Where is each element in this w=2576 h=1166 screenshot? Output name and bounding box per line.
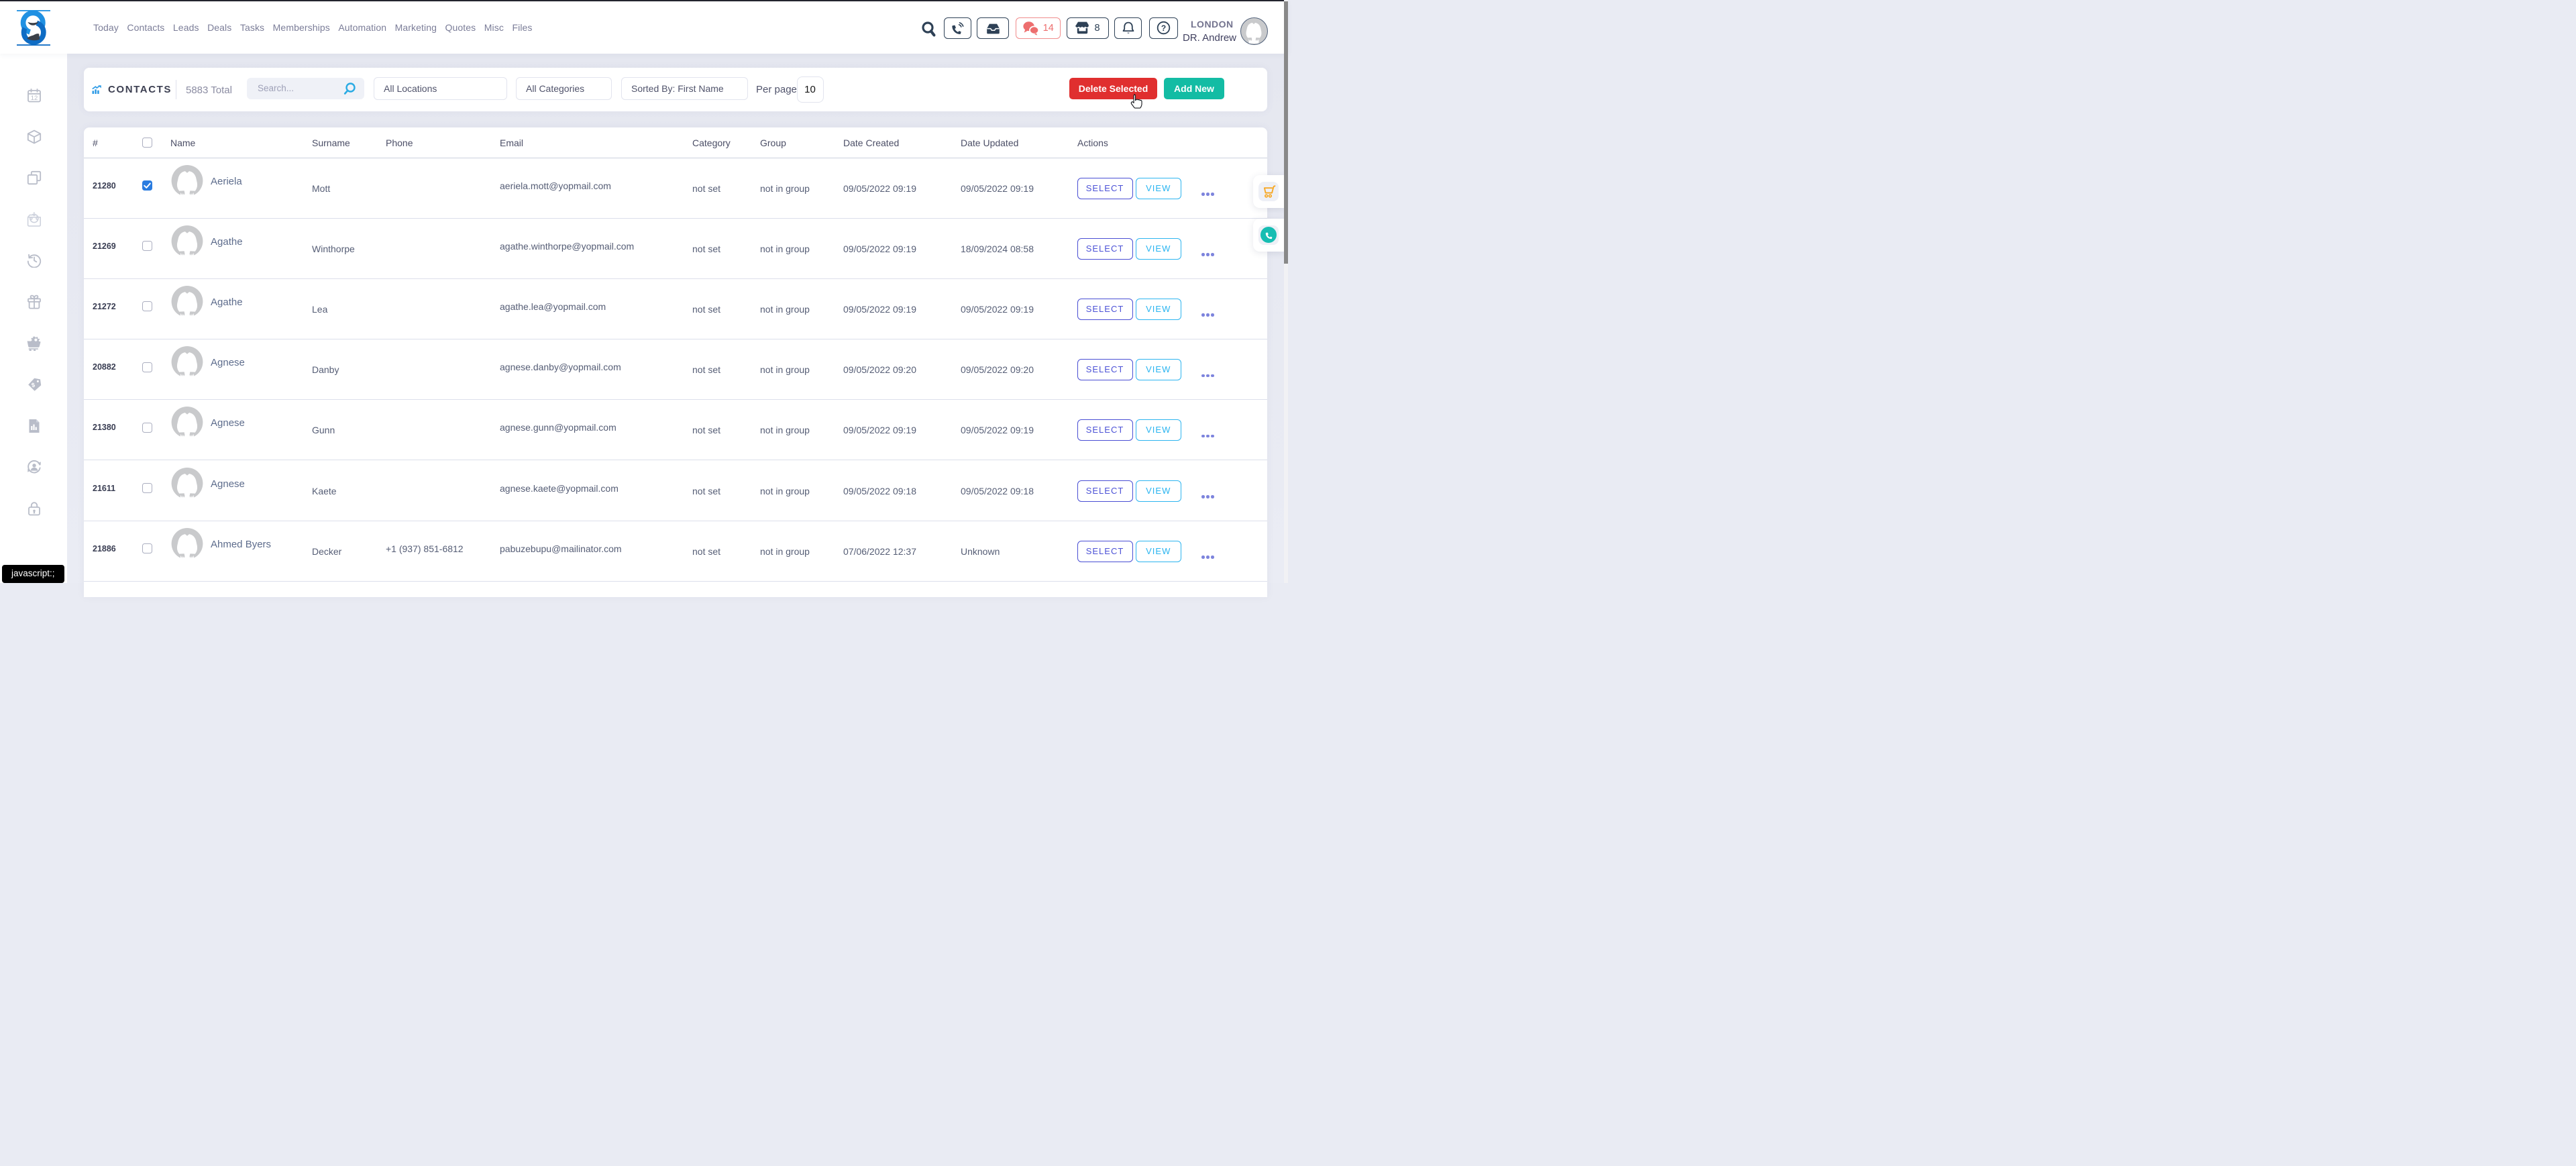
svg-text:12: 12 [30, 95, 38, 102]
svg-text:?: ? [1161, 23, 1166, 33]
